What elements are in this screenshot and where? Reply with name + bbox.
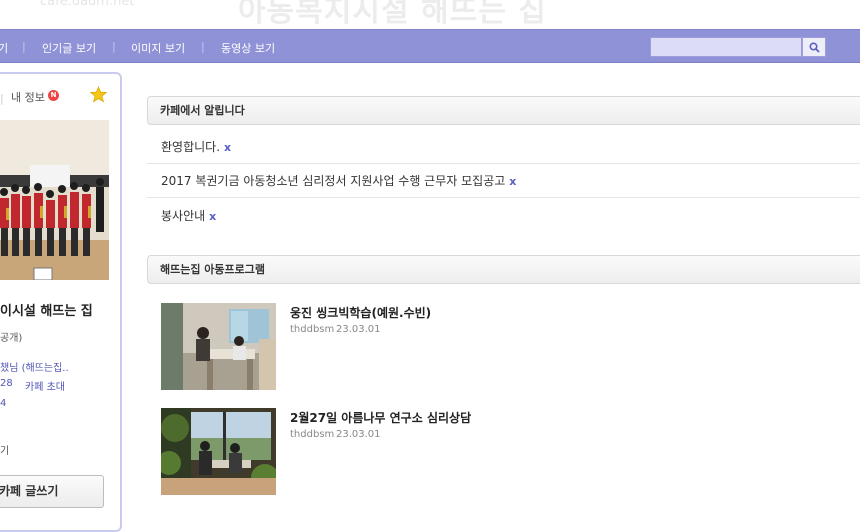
- search-icon: [808, 41, 820, 53]
- navbar: 기 | 인기글 보기 | 이미지 보기 | 동영상 보기: [0, 29, 860, 63]
- nav-item-videos[interactable]: 동영상 보기: [221, 40, 275, 56]
- notice-item[interactable]: 봉사안내 x: [147, 199, 860, 233]
- notice-item[interactable]: 2017 복권기금 아동청소년 심리정서 지원사업 수행 근무자 모집공고 x: [147, 164, 860, 198]
- sidebar-misc-text[interactable]: 기: [0, 442, 9, 457]
- notice-item-text[interactable]: 2017 복권기금 아동청소년 심리정서 지원사업 수행 근무자 모집공고: [161, 174, 505, 188]
- post-author[interactable]: thddbsm: [290, 429, 334, 440]
- search-button[interactable]: [802, 37, 826, 57]
- notice-mark: x: [224, 141, 232, 154]
- nav-separator: |: [201, 40, 205, 53]
- new-badge: N: [48, 90, 59, 101]
- post-date: 23.03.01: [336, 324, 381, 335]
- notice-item[interactable]: 환영합니다. x: [147, 130, 860, 164]
- search-input[interactable]: [650, 37, 802, 57]
- notice-item-text[interactable]: 환영합니다.: [161, 140, 220, 154]
- cafe-host-link[interactable]: 챘님 (해뜨는집..: [0, 359, 69, 374]
- notice-mark: x: [209, 210, 217, 223]
- cafe-invite-link[interactable]: 카페 초대: [25, 378, 65, 393]
- cafe-photo: [0, 120, 109, 280]
- post-author[interactable]: thddbsm: [290, 324, 334, 335]
- cafe-title[interactable]: 아동복지시설 해뜨는 집: [238, 0, 547, 29]
- post-thumbnail[interactable]: [161, 408, 276, 495]
- notice-section-heading: 카페에서 알립니다: [147, 96, 860, 125]
- post-date: 23.03.01: [336, 429, 381, 440]
- program-section-heading: 해뜨는집 아동프로그램: [147, 255, 860, 284]
- my-info-link[interactable]: 내 정보: [11, 89, 45, 105]
- post-thumbnail[interactable]: [161, 303, 276, 390]
- header-faint-text: cafe.daum.net: [40, 0, 135, 9]
- favorite-star-icon[interactable]: [89, 85, 108, 107]
- post-title[interactable]: 웅진 씽크빅학습(예원.수빈): [290, 304, 431, 321]
- sidebar-divider: |: [0, 92, 4, 105]
- nav-item-popular[interactable]: 인기글 보기: [42, 40, 96, 56]
- cafe-public-status: 공개): [0, 333, 23, 344]
- sidebar-number-link[interactable]: 4: [0, 398, 6, 409]
- notice-item-text[interactable]: 봉사안내: [161, 209, 205, 223]
- cafe-name[interactable]: 이시설 해뜨는 집: [0, 300, 93, 319]
- notice-mark: x: [509, 175, 517, 188]
- member-count-link[interactable]: 28: [0, 378, 13, 389]
- nav-separator: |: [112, 40, 116, 53]
- cafe-header: cafe.daum.net 아동복지시설 해뜨는 집: [0, 0, 860, 29]
- post-title[interactable]: 2월27일 아름나무 연구소 심리상담: [290, 409, 471, 426]
- nav-separator: |: [22, 40, 26, 53]
- nav-item-images[interactable]: 이미지 보기: [131, 40, 185, 56]
- nav-item-all[interactable]: 기: [0, 40, 8, 56]
- write-post-button[interactable]: 카페 글쓰기: [0, 475, 104, 508]
